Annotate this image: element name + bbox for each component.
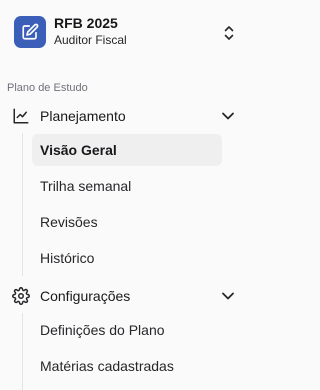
chevron-down-icon[interactable] — [221, 110, 235, 122]
sidebar-item-visao-geral[interactable]: Visão Geral — [32, 134, 222, 166]
plan-subtitle: Auditor Fiscal — [54, 33, 127, 47]
nav-group-label: Planejamento — [40, 108, 126, 124]
plan-switcher[interactable]: RFB 2025 Auditor Fiscal — [0, 0, 251, 66]
edit-square-icon — [22, 23, 39, 40]
chevron-down-icon[interactable] — [221, 290, 235, 302]
section-label: Plano de Estudo — [7, 82, 88, 94]
sidebar-item-label: Revisões — [40, 214, 98, 230]
sidebar-item-label: Definições do Plano — [40, 322, 165, 338]
chevrons-up-down-icon[interactable] — [223, 24, 235, 42]
nav-group-planejamento[interactable]: Planejamento — [0, 103, 251, 129]
plan-logo — [14, 16, 46, 48]
sidebar-item-label: Histórico — [40, 250, 95, 266]
submenu-guide-line — [22, 313, 23, 390]
sidebar-item-label: Matérias cadastradas — [40, 358, 174, 374]
sidebar-item-label: Visão Geral — [40, 142, 117, 158]
sidebar-item-trilha-semanal[interactable]: Trilha semanal — [32, 170, 222, 202]
line-chart-icon — [13, 108, 29, 124]
nav-group-configuracoes[interactable]: Configurações — [0, 283, 251, 309]
sidebar-item-historico[interactable]: Histórico — [32, 242, 222, 274]
sidebar-item-label: Trilha semanal — [40, 178, 132, 194]
submenu-guide-line — [22, 133, 23, 276]
nav-group-label: Configurações — [40, 288, 131, 304]
sidebar-item-revisoes[interactable]: Revisões — [32, 206, 222, 238]
sidebar-item-definicoes-do-plano[interactable]: Definições do Plano — [32, 314, 222, 346]
plan-title: RFB 2025 — [54, 15, 118, 31]
sidebar-item-materias-cadastradas[interactable]: Matérias cadastradas — [32, 350, 222, 382]
gear-icon — [12, 287, 30, 305]
